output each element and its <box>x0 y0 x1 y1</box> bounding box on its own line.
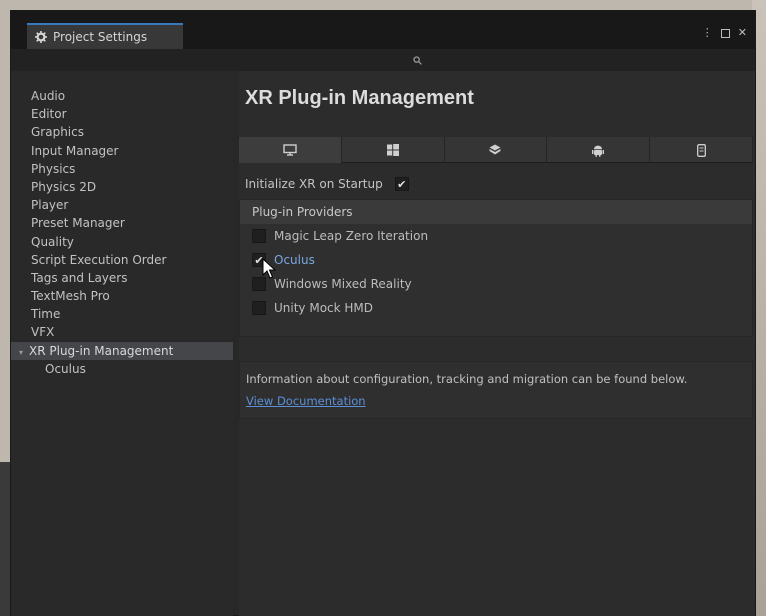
window-menu-icon[interactable]: ⋮ <box>702 27 713 39</box>
tab-ios[interactable] <box>650 137 753 163</box>
sidebar-item-time[interactable]: Time <box>11 305 233 323</box>
sidebar-item-label: XR Plug-in Management <box>29 343 174 358</box>
tab-windows[interactable] <box>342 137 445 163</box>
sidebar-item-label: Script Execution Order <box>31 252 167 267</box>
sidebar-item-graphics[interactable]: Graphics <box>11 123 233 141</box>
initialize-xr-checkbox[interactable]: ✔ <box>394 177 409 191</box>
sidebar-item-tags-and-layers[interactable]: Tags and Layers <box>11 269 233 287</box>
sidebar-item-physics-2d[interactable]: Physics 2D <box>11 178 233 196</box>
plugin-providers-panel: Plug-in Providers Magic Leap Zero Iterat… <box>239 199 753 337</box>
project-settings-window: Project Settings ⋮ ✕ Audio Editor Graphics… <box>10 10 756 616</box>
plugin-providers-header: Plug-in Providers <box>240 200 752 224</box>
mouse-cursor-icon <box>262 258 276 279</box>
window-controls: ⋮ ✕ <box>702 27 747 39</box>
sidebar-item-editor[interactable]: Editor <box>11 105 233 123</box>
search-field[interactable] <box>407 54 427 66</box>
android-icon <box>592 145 605 157</box>
gear-icon <box>35 31 47 43</box>
tab-standalone[interactable] <box>239 137 342 163</box>
ios-icon <box>696 143 706 157</box>
provider-list: Magic Leap Zero Iteration ✔ Oculus Windows … <box>240 224 752 320</box>
sidebar-item-label: Input Manager <box>31 143 119 158</box>
tab-android[interactable] <box>547 137 651 163</box>
project-settings-tab[interactable]: Project Settings <box>27 23 183 49</box>
sidebar-item-audio[interactable]: Audio <box>11 87 233 105</box>
sidebar-item-label: Audio <box>31 89 66 103</box>
provider-label[interactable]: Oculus <box>274 253 315 267</box>
monitor-icon <box>283 144 297 156</box>
sidebar-item-textmesh-pro[interactable]: TextMesh Pro <box>11 287 233 305</box>
provider-checkbox[interactable] <box>252 301 266 315</box>
provider-label[interactable]: Unity Mock HMD <box>274 301 373 315</box>
sidebar-item-label: Graphics <box>31 125 84 140</box>
settings-main-panel: XR Plug-in Management Initialize XR on S… <box>239 71 755 616</box>
window-titlebar: Project Settings ⋮ ✕ <box>11 11 755 49</box>
sidebar-item-label: Oculus <box>45 361 86 376</box>
provider-checkbox[interactable] <box>252 229 266 243</box>
search-bar <box>11 49 755 71</box>
sidebar-item-label: Physics <box>31 161 76 176</box>
search-icon <box>412 55 422 65</box>
page-title: XR Plug-in Management <box>245 87 474 109</box>
sidebar-item-oculus[interactable]: Oculus <box>11 360 233 378</box>
sidebar-item-label: Player <box>31 198 69 213</box>
sidebar-item-label: VFX <box>31 325 55 340</box>
maximize-icon[interactable] <box>720 28 730 38</box>
close-icon[interactable]: ✕ <box>738 27 747 39</box>
sidebar-item-preset-manager[interactable]: Preset Manager <box>11 214 233 232</box>
provider-label[interactable]: Windows Mixed Reality <box>274 277 412 291</box>
settings-sidebar: Audio Editor Graphics Input Manager Physics P… <box>11 71 233 616</box>
sidebar-item-input-manager[interactable]: Input Manager <box>11 142 233 160</box>
sidebar-item-label: Physics 2D <box>31 179 97 194</box>
sidebar-item-label: TextMesh Pro <box>31 289 110 304</box>
sidebar-item-label: Preset Manager <box>31 216 125 231</box>
sidebar-item-label: Editor <box>31 107 67 122</box>
info-text: Information about configuration, trackin… <box>246 372 688 386</box>
sidebar-item-label: Time <box>31 307 61 322</box>
sidebar-item-script-execution-order[interactable]: Script Execution Order <box>11 251 233 269</box>
windows-icon <box>386 144 399 156</box>
sidebar-item-label: Tags and Layers <box>31 270 128 285</box>
view-documentation-link[interactable]: View Documentation <box>246 394 366 408</box>
provider-row: ✔ Oculus <box>240 248 752 272</box>
initialize-xr-row: Initialize XR on Startup ✔ <box>245 175 409 193</box>
initialize-xr-label: Initialize XR on Startup <box>245 177 383 191</box>
tab-title: Project Settings <box>53 30 148 44</box>
sidebar-item-physics[interactable]: Physics <box>11 160 233 178</box>
provider-row: Windows Mixed Reality <box>240 272 752 296</box>
platform-tabs <box>239 137 753 163</box>
webgl-icon <box>489 144 501 155</box>
info-panel: Information about configuration, trackin… <box>239 361 753 419</box>
sidebar-item-xr-plug-in-management[interactable]: ▾ XR Plug-in Management <box>11 341 233 362</box>
sidebar-item-player[interactable]: Player <box>11 196 233 214</box>
sidebar-item-quality[interactable]: Quality <box>11 233 233 251</box>
sidebar-item-label: Quality <box>31 234 74 249</box>
provider-row: Magic Leap Zero Iteration <box>240 224 752 248</box>
provider-row: Unity Mock HMD <box>240 296 752 320</box>
tab-webgl[interactable] <box>445 137 548 163</box>
sidebar-item-vfx[interactable]: VFX <box>11 323 233 341</box>
expand-arrow-icon[interactable]: ▾ <box>19 344 29 362</box>
provider-label[interactable]: Magic Leap Zero Iteration <box>274 229 428 243</box>
